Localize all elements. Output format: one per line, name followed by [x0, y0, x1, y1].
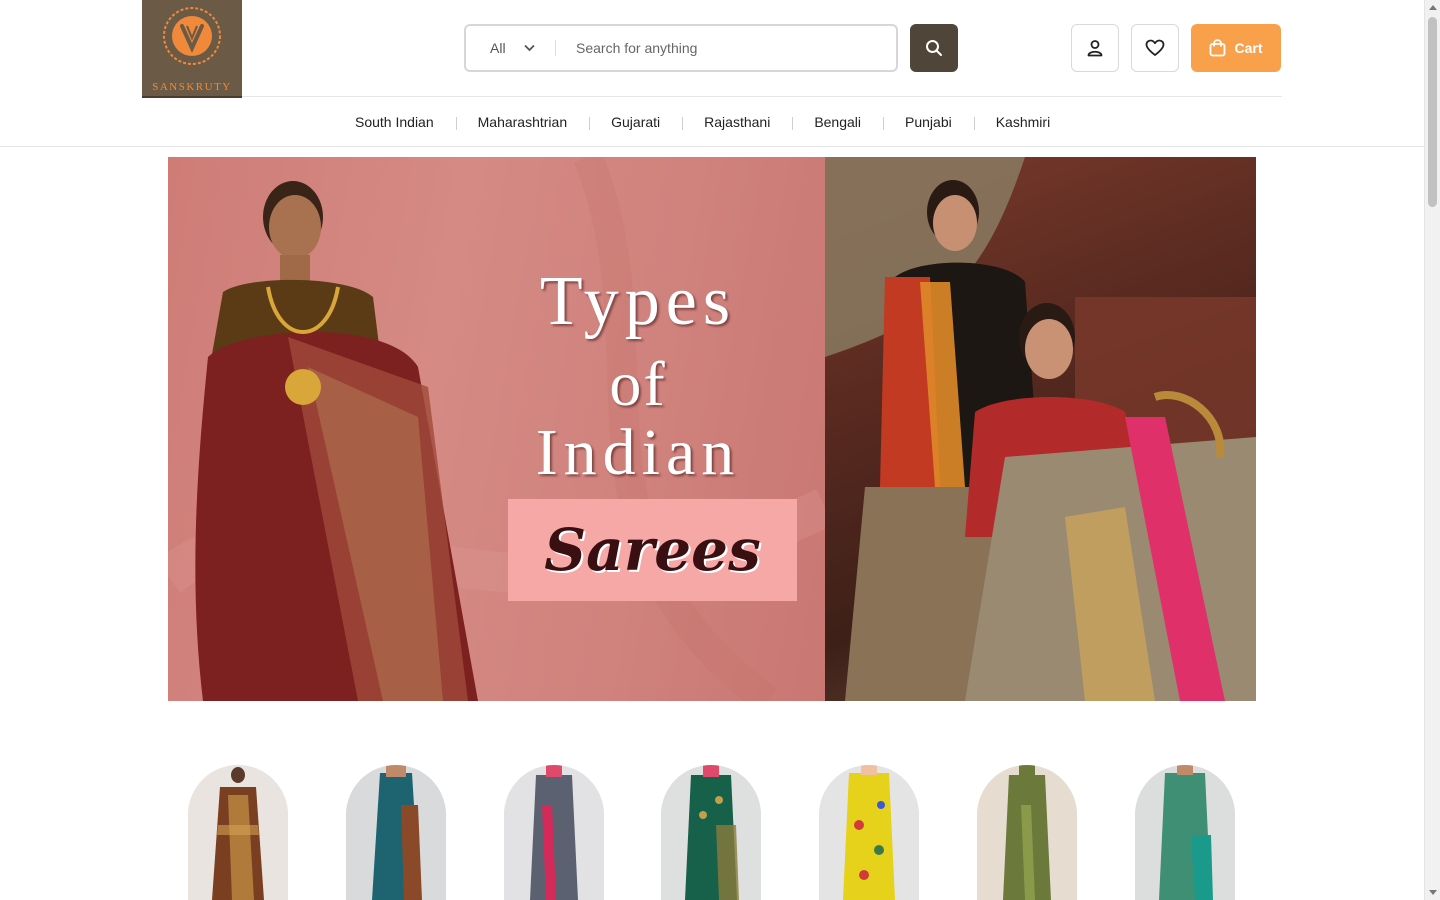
heart-icon: [1145, 39, 1165, 56]
saree-teal-image: [346, 765, 446, 900]
banner-right-panel: [825, 157, 1256, 701]
saree-seagreen-image: [1135, 765, 1235, 900]
models-seated-image: [825, 157, 1256, 701]
saree-olive-image: [977, 765, 1077, 900]
search-category-label: All: [490, 40, 506, 56]
banner-title-line2: of: [609, 348, 667, 419]
product-thumbnail[interactable]: [504, 765, 604, 900]
nav-item-kashmiri[interactable]: Kashmiri: [973, 114, 1072, 130]
account-button[interactable]: [1071, 24, 1119, 72]
nav-item-bengali[interactable]: Bengali: [792, 114, 883, 130]
saree-maroon-gold-image: [188, 765, 288, 900]
chevron-down-icon: [523, 44, 535, 52]
brand-name: SANSKRUTY: [152, 81, 232, 93]
scrollbar-thumb[interactable]: [1428, 17, 1437, 207]
banner-highlight-text: Sarees: [544, 516, 761, 584]
banner-highlight-box: Sarees: [508, 499, 797, 601]
nav-item-gujarati[interactable]: Gujarati: [589, 114, 682, 130]
cart-label: Cart: [1234, 40, 1263, 56]
header-divider: [242, 96, 1282, 97]
nav-item-punjabi[interactable]: Punjabi: [883, 114, 974, 130]
product-thumbnail[interactable]: [977, 765, 1077, 900]
site-header: SANSKRUTY All Cart: [0, 0, 1424, 147]
saree-yellow-floral-image: [819, 765, 919, 900]
shopping-bag-icon: [1210, 39, 1226, 57]
scroll-up-arrow-icon[interactable]: [1429, 5, 1437, 10]
product-thumbnail[interactable]: [819, 765, 919, 900]
search-button[interactable]: [910, 24, 958, 72]
banner-left-panel: Types of Indian Sarees: [168, 157, 825, 701]
banner-title-line3: Indian: [535, 416, 741, 489]
product-thumbnail[interactable]: [1135, 765, 1235, 900]
brand-logo[interactable]: SANSKRUTY: [142, 0, 242, 98]
search-bar: All: [464, 24, 898, 72]
wishlist-button[interactable]: [1131, 24, 1179, 72]
banner-title-line1: Types: [539, 263, 737, 340]
page-scrollbar[interactable]: [1424, 0, 1440, 900]
scroll-down-arrow-icon[interactable]: [1429, 890, 1437, 895]
search-icon: [926, 40, 942, 56]
logo-emblem-icon: [163, 7, 221, 65]
nav-item-south-indian[interactable]: South Indian: [333, 114, 456, 130]
cart-button[interactable]: Cart: [1191, 24, 1281, 72]
saree-green-image: [661, 765, 761, 900]
product-thumbnail[interactable]: [346, 765, 446, 900]
nav-item-maharashtrian[interactable]: Maharashtrian: [455, 114, 590, 130]
search-category-select[interactable]: All: [490, 26, 535, 70]
category-nav: South Indian Maharashtrian Gujarati Raja…: [333, 104, 1072, 140]
nav-item-rajasthani[interactable]: Rajasthani: [682, 114, 792, 130]
hero-banner[interactable]: Types of Indian Sarees: [168, 157, 1256, 701]
search-input[interactable]: [576, 34, 876, 62]
product-thumbnails-row: [188, 765, 1236, 900]
product-thumbnail[interactable]: [188, 765, 288, 900]
search-divider: [555, 40, 556, 56]
saree-grey-pink-image: [504, 765, 604, 900]
product-thumbnail[interactable]: [661, 765, 761, 900]
user-icon: [1087, 40, 1103, 57]
